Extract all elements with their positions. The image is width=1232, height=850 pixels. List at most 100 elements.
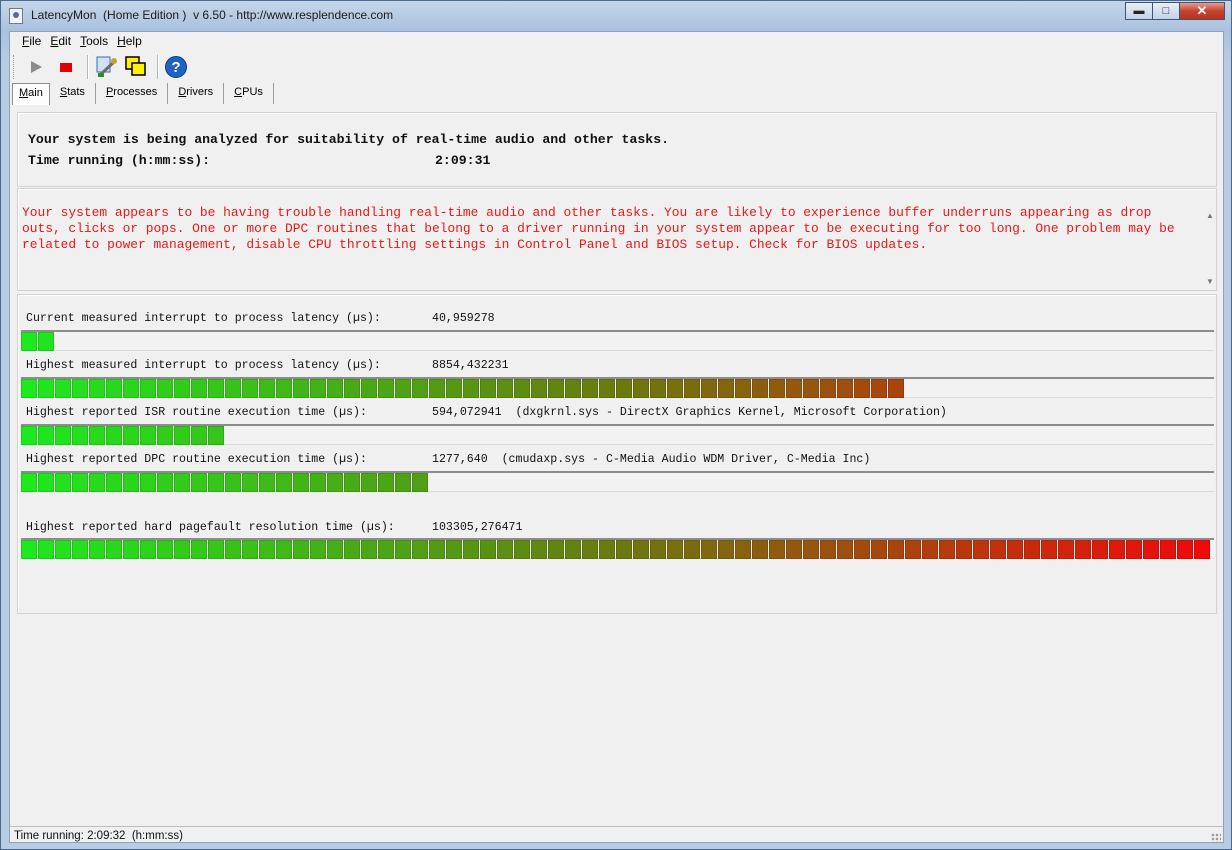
windows-icon [125, 56, 146, 76]
bar-segment [701, 379, 717, 398]
stop-button[interactable] [53, 54, 79, 80]
bar-segment [327, 379, 343, 398]
bar-segment [854, 379, 870, 398]
close-button[interactable]: ✕ [1179, 2, 1225, 20]
bar-segment [905, 540, 921, 559]
summary-text: Your system is being analyzed for suitab… [28, 132, 670, 147]
bar-segment [378, 379, 394, 398]
minimize-button[interactable]: ▬ [1125, 2, 1153, 20]
bar-segment [803, 540, 819, 559]
warning-panel: Your system appears to be having trouble… [17, 188, 1217, 291]
bar-segment [650, 540, 666, 559]
bar-segment [140, 426, 156, 445]
bar-segment [361, 473, 377, 492]
bar-segment [55, 540, 71, 559]
bar-segment [106, 540, 122, 559]
bar-segment [259, 473, 275, 492]
bar-segment [888, 379, 904, 398]
latency-bar [21, 330, 1214, 351]
bar-segment [735, 379, 751, 398]
latency-bar [21, 377, 1214, 398]
bar-segment [191, 379, 207, 398]
metric-label: Current measured interrupt to process la… [26, 312, 381, 325]
title-bar[interactable]: LatencyMon (Home Edition ) v 6.50 - http… [1, 1, 1231, 31]
bar-segment [72, 426, 88, 445]
resize-grip[interactable] [1211, 833, 1221, 843]
bar-segment [922, 540, 938, 559]
app-icon[interactable] [9, 8, 23, 24]
metric-label: Highest reported DPC routine execution t… [26, 453, 367, 466]
help-button[interactable]: ? [163, 54, 189, 80]
toolbar-grip[interactable] [13, 55, 17, 79]
isr-bar [21, 424, 1214, 445]
bar-segment [1126, 540, 1142, 559]
metric-detail: (cmudaxp.sys - C-Media Audio WDM Driver,… [501, 453, 871, 466]
client-area: File Edit Tools Help ? Main Stats Proces… [9, 31, 1224, 843]
pagefault-bar [21, 538, 1214, 559]
bar-segment [89, 540, 105, 559]
bar-segment [565, 540, 581, 559]
scroll-down-icon[interactable]: ▼ [1206, 277, 1214, 286]
bar-segment [871, 379, 887, 398]
tab-drivers[interactable]: Drivers [168, 83, 225, 104]
bar-segment [123, 473, 139, 492]
bar-segment [293, 473, 309, 492]
bar-segment [72, 379, 88, 398]
bar-segment [786, 540, 802, 559]
bar-segment [582, 540, 598, 559]
windows-button[interactable] [123, 54, 149, 80]
bar-segment [956, 540, 972, 559]
bar-segment [548, 379, 564, 398]
bar-segment [89, 379, 105, 398]
tab-cpus[interactable]: CPUs [224, 83, 274, 104]
bar-segment [412, 540, 428, 559]
bar-segment [140, 540, 156, 559]
bar-segment [140, 379, 156, 398]
bar-segment [174, 426, 190, 445]
bar-segment [208, 426, 224, 445]
maximize-button[interactable]: □ [1152, 2, 1180, 20]
bar-segment [803, 379, 819, 398]
bar-segment [752, 379, 768, 398]
bar-segment [1007, 540, 1023, 559]
bar-segment [361, 540, 377, 559]
bar-segment [667, 379, 683, 398]
menu-help[interactable]: Help [105, 32, 147, 51]
metric-value: 1277,640 (cmudaxp.sys - C-Media Audio WD… [432, 453, 871, 466]
bar-segment [106, 473, 122, 492]
bar-segment [514, 540, 530, 559]
bar-segment [276, 540, 292, 559]
bar-segment [310, 379, 326, 398]
bar-segment [310, 473, 326, 492]
bar-segment [208, 379, 224, 398]
stop-icon [60, 63, 72, 72]
summary-panel: Your system is being analyzed for suitab… [17, 112, 1217, 187]
wrench-icon [96, 56, 117, 77]
scroll-up-icon[interactable]: ▲ [1206, 211, 1214, 220]
bar-segment [548, 540, 564, 559]
toolbar-separator [157, 55, 159, 79]
bar-segment [667, 540, 683, 559]
bar-segment [769, 540, 785, 559]
bar-segment [446, 379, 462, 398]
start-button[interactable] [23, 54, 49, 80]
bar-segment [1109, 540, 1125, 559]
warning-scrollbar[interactable]: ▲ ▼ [1203, 201, 1216, 287]
tools-button[interactable] [93, 54, 119, 80]
tab-processes[interactable]: Processes [96, 83, 169, 104]
bar-segment [344, 540, 360, 559]
bar-segment [378, 540, 394, 559]
bar-segment [276, 473, 292, 492]
metrics-panel: Current measured interrupt to process la… [17, 294, 1217, 614]
bar-segment [208, 540, 224, 559]
bar-segment [633, 379, 649, 398]
tab-main[interactable]: Main [12, 83, 50, 105]
bar-segment [174, 379, 190, 398]
bar-segment [293, 379, 309, 398]
bar-segment [684, 379, 700, 398]
dpc-bar [21, 471, 1214, 492]
bar-segment [1177, 540, 1193, 559]
tab-stats[interactable]: Stats [50, 83, 96, 104]
bar-segment [1194, 540, 1210, 559]
bar-segment [1075, 540, 1091, 559]
